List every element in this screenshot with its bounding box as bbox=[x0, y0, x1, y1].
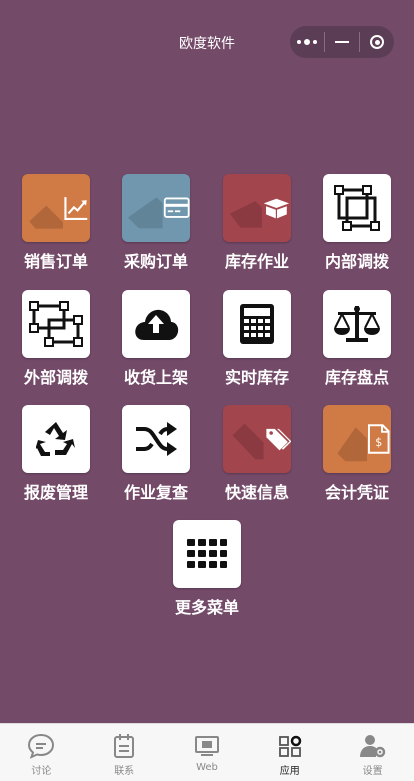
app-tile bbox=[22, 174, 90, 242]
app-label: 库存作业 bbox=[224, 252, 289, 271]
app-operation-review[interactable]: 作业复查 bbox=[106, 405, 206, 503]
tab-label: Web bbox=[196, 762, 218, 773]
app-label: 内部调拨 bbox=[324, 252, 389, 271]
cloud-upload-icon bbox=[135, 309, 179, 340]
app-label: 销售订单 bbox=[23, 252, 88, 271]
app-inventory-operation[interactable]: 库存作业 bbox=[207, 174, 307, 272]
app-label: 库存盘点 bbox=[324, 368, 389, 387]
app-external-transfer[interactable]: 外部调拨 bbox=[6, 290, 106, 388]
scale-icon bbox=[334, 306, 380, 342]
close-button[interactable] bbox=[360, 26, 394, 58]
tab-label: 联系 bbox=[114, 766, 135, 777]
bottom-tab-bar: 讨论 联系 Web 应用 设置 bbox=[0, 723, 414, 781]
app-tile bbox=[22, 290, 90, 358]
tab-contacts[interactable]: 联系 bbox=[83, 724, 166, 781]
tab-apps[interactable]: 应用 bbox=[248, 724, 331, 781]
app-label: 实时库存 bbox=[224, 368, 289, 387]
app-tile bbox=[122, 290, 190, 358]
tab-web[interactable]: Web bbox=[166, 724, 249, 781]
calculator-icon bbox=[240, 304, 274, 344]
web-monitor-icon bbox=[194, 736, 219, 756]
minimize-button[interactable] bbox=[325, 26, 359, 58]
app-tile bbox=[122, 405, 190, 473]
tab-label: 讨论 bbox=[31, 766, 52, 777]
app-tile bbox=[223, 405, 291, 473]
app-label: 报废管理 bbox=[23, 483, 88, 502]
grid-menu-icon bbox=[187, 539, 227, 568]
app-label: 快速信息 bbox=[224, 483, 289, 502]
app-label: 收货上架 bbox=[123, 368, 188, 387]
miniprogram-capsule bbox=[290, 26, 394, 58]
sales-chart-icon bbox=[64, 197, 88, 220]
app-scrap-management[interactable]: 报废管理 bbox=[6, 405, 106, 503]
app-quick-info[interactable]: 快速信息 bbox=[207, 405, 307, 503]
minimize-icon bbox=[335, 41, 349, 43]
more-dots-icon bbox=[297, 39, 317, 45]
app-label: 采购订单 bbox=[123, 252, 188, 271]
app-label: 外部调拨 bbox=[23, 368, 88, 387]
app-sales-order[interactable]: 销售订单 bbox=[6, 174, 106, 272]
open-box-icon bbox=[263, 198, 290, 219]
app-purchase-order[interactable]: 采购订单 bbox=[106, 174, 206, 272]
tags-icon bbox=[265, 428, 291, 451]
app-stock-taking[interactable]: 库存盘点 bbox=[307, 290, 407, 388]
chat-icon bbox=[28, 733, 55, 759]
app-tile bbox=[223, 290, 291, 358]
app-internal-transfer[interactable]: 内部调拨 bbox=[307, 174, 407, 272]
internal-transfer-icon bbox=[334, 185, 380, 231]
app-accounting-voucher[interactable]: $ 会计凭证 bbox=[307, 405, 407, 503]
tab-discussion[interactable]: 讨论 bbox=[0, 724, 83, 781]
user-settings-icon bbox=[359, 735, 385, 758]
close-target-icon bbox=[370, 35, 384, 49]
app-tile bbox=[22, 405, 90, 473]
tab-label: 应用 bbox=[279, 766, 300, 777]
tab-settings[interactable]: 设置 bbox=[331, 724, 414, 781]
shuffle-icon bbox=[136, 422, 177, 456]
recycle-icon bbox=[36, 422, 75, 456]
app-label: 更多菜单 bbox=[174, 598, 239, 617]
tab-label: 设置 bbox=[362, 766, 383, 777]
app-tile bbox=[323, 290, 391, 358]
svg-text:$: $ bbox=[376, 436, 383, 449]
app-tile bbox=[122, 174, 190, 242]
app-more-menu[interactable]: 更多菜单 bbox=[157, 520, 257, 618]
app-tile bbox=[173, 520, 241, 588]
invoice-dollar-icon: $ bbox=[368, 424, 391, 454]
app-realtime-inventory[interactable]: 实时库存 bbox=[207, 290, 307, 388]
app-label: 作业复查 bbox=[123, 483, 188, 502]
more-options-button[interactable] bbox=[290, 26, 324, 58]
nav-bar: 欧度软件 bbox=[0, 0, 414, 84]
app-label: 会计凭证 bbox=[324, 483, 389, 502]
credit-card-icon bbox=[163, 197, 190, 218]
apps-grid-icon bbox=[278, 735, 302, 757]
app-receive-putaway[interactable]: 收货上架 bbox=[106, 290, 206, 388]
calendar-contacts-icon bbox=[114, 734, 135, 758]
app-tile bbox=[223, 174, 291, 242]
app-tile: $ bbox=[323, 405, 391, 473]
app-tile bbox=[323, 174, 391, 242]
external-transfer-icon bbox=[29, 301, 83, 347]
